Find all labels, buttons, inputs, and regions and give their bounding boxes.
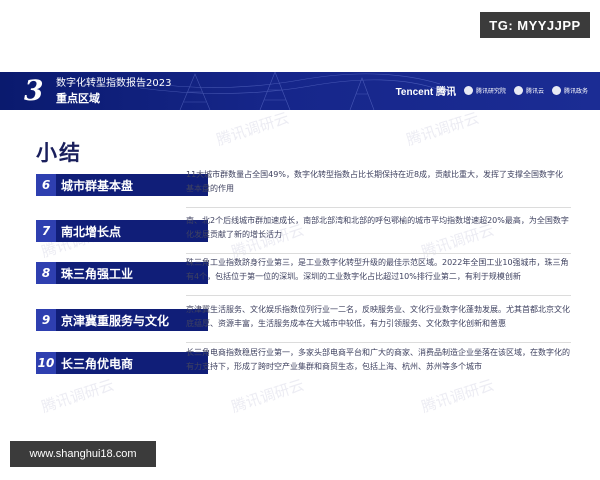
row-divider xyxy=(186,295,571,296)
gov-logo: 腾讯政务 xyxy=(551,86,588,95)
partner-logos: Tencent 腾讯 腾讯研究院 腾讯云 腾讯政务 xyxy=(396,83,588,98)
item-number: 9 xyxy=(36,309,56,331)
summary-badge: 10 长三角优电商 xyxy=(36,352,208,374)
summary-row: 10 长三角优电商 长三角电商指数稳居行业第一，多家头部电商平台和广大的商家、消… xyxy=(36,346,570,392)
cloud-logo: 腾讯云 xyxy=(513,86,544,95)
report-title: 数字化转型指数报告2023 xyxy=(56,78,172,89)
row-divider xyxy=(186,342,571,343)
watermark: 腾讯调研云 xyxy=(404,108,482,150)
summary-badge: 7 南北增长点 xyxy=(36,220,208,242)
summary-row: 7 南北增长点 南、北2个后线城市群加速成长，南部北部湾和北部的呼包鄂榆的城市平… xyxy=(36,214,571,260)
item-number: 8 xyxy=(36,262,56,284)
summary-row: 9 京津冀重服务与文化 京津冀生活服务、文化娱乐指数位列行业一二名，反映服务业、… xyxy=(36,303,571,349)
footer-url-tag: www.shanghui18.com xyxy=(10,441,156,467)
tencent-logo: Tencent 腾讯 xyxy=(395,87,456,98)
summary-row: 8 珠三角强工业 珠三角工业指数跻身行业第三，是工业数字化转型升级的最佳示范区域… xyxy=(36,256,571,302)
item-number: 6 xyxy=(36,174,56,196)
item-description: 长三角电商指数稳居行业第一，多家头部电商平台和广大的商家、消费品制造企业坐落在该… xyxy=(186,348,570,371)
summary-badge: 6 城市群基本盘 xyxy=(36,174,208,196)
logo-mark-icon xyxy=(513,86,523,95)
logo-mark-icon xyxy=(551,86,561,95)
page-title: 小结 xyxy=(36,141,82,165)
item-number: 10 xyxy=(36,352,56,374)
summary-row: 6 城市群基本盘 11大城市群数量占全国49%，数字化转型指数占比长期保持在近8… xyxy=(36,168,571,214)
summary-badge: 8 珠三角强工业 xyxy=(36,262,208,284)
header-banner: 3 数字化转型指数报告2023 重点区域 Tencent 腾讯 腾讯研究院 腾讯… xyxy=(0,72,600,110)
logo-mark-icon xyxy=(463,86,473,95)
item-description: 珠三角工业指数跻身行业第三，是工业数字化转型升级的最佳示范区域。2022年全国工… xyxy=(186,258,569,281)
research-institute-logo: 腾讯研究院 xyxy=(463,86,506,95)
item-number: 7 xyxy=(36,220,56,242)
watermark: 腾讯调研云 xyxy=(214,108,292,150)
chapter-number: 3 xyxy=(24,74,44,107)
item-description: 南、北2个后线城市群加速成长，南部北部湾和北部的呼包鄂榆的城市平均指数增速超20… xyxy=(186,216,569,239)
item-description: 京津冀生活服务、文化娱乐指数位列行业一二名，反映服务业、文化行业数字化蓬勃发展。… xyxy=(186,305,570,328)
section-name: 重点区域 xyxy=(56,92,100,105)
corner-tag: TG: MYYJJPP xyxy=(480,12,590,38)
row-divider xyxy=(186,207,571,208)
row-divider xyxy=(186,253,571,254)
item-description: 11大城市群数量占全国49%，数字化转型指数占比长期保持在近8成，贡献比重大，发… xyxy=(186,170,564,193)
summary-badge: 9 京津冀重服务与文化 xyxy=(36,309,208,331)
